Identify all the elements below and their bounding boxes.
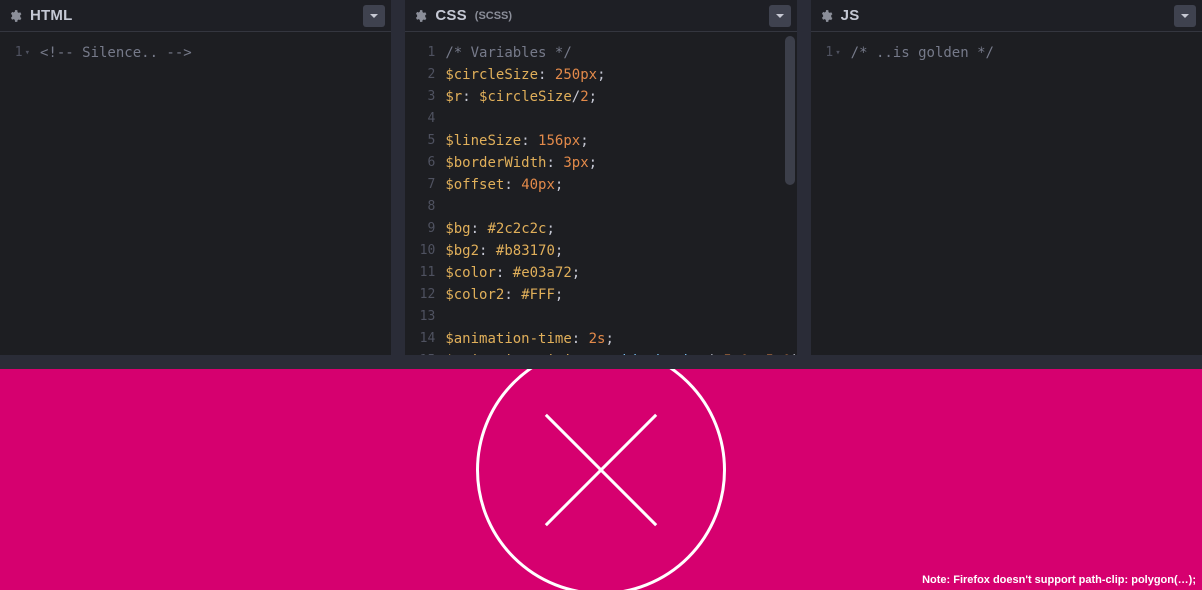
js-gutter: 1▾ (811, 32, 849, 355)
html-pane-title: HTML (30, 7, 72, 24)
editor-panes: HTML 1▾ <!-- Silence.. --> CSS (SCSS) 12… (0, 0, 1202, 355)
chevron-down-icon[interactable] (1174, 5, 1196, 27)
gear-icon[interactable] (819, 9, 833, 23)
html-code[interactable]: <!-- Silence.. --> (38, 32, 391, 355)
splitter[interactable] (0, 355, 1202, 369)
chevron-down-icon[interactable] (363, 5, 385, 27)
gear-icon[interactable] (8, 9, 22, 23)
html-pane-header: HTML (0, 0, 391, 32)
css-pane-title: CSS (435, 7, 466, 24)
css-pane: CSS (SCSS) 123456789101112131415 /* Vari… (405, 0, 796, 355)
html-pane: HTML 1▾ <!-- Silence.. --> (0, 0, 391, 355)
preview-pane: Note: Firefox doesn't support path-clip:… (0, 369, 1202, 590)
gear-icon[interactable] (413, 9, 427, 23)
css-code-area[interactable]: 123456789101112131415 /* Variables */ $c… (405, 32, 796, 355)
css-gutter: 123456789101112131415 (405, 32, 443, 355)
js-pane-header: JS (811, 0, 1202, 32)
css-code[interactable]: /* Variables */ $circleSize: 250px; $r: … (443, 32, 796, 355)
css-pane-header: CSS (SCSS) (405, 0, 796, 32)
js-code[interactable]: /* ..is golden */ (849, 32, 1202, 355)
preview-circle (476, 369, 726, 590)
css-pane-subtitle: (SCSS) (475, 10, 512, 22)
chevron-down-icon[interactable] (769, 5, 791, 27)
js-pane-title: JS (841, 7, 860, 24)
html-code-area[interactable]: 1▾ <!-- Silence.. --> (0, 32, 391, 355)
html-gutter: 1▾ (0, 32, 38, 355)
preview-note: Note: Firefox doesn't support path-clip:… (922, 574, 1196, 586)
js-pane: JS 1▾ /* ..is golden */ (811, 0, 1202, 355)
js-code-area[interactable]: 1▾ /* ..is golden */ (811, 32, 1202, 355)
scrollbar[interactable] (785, 36, 795, 185)
